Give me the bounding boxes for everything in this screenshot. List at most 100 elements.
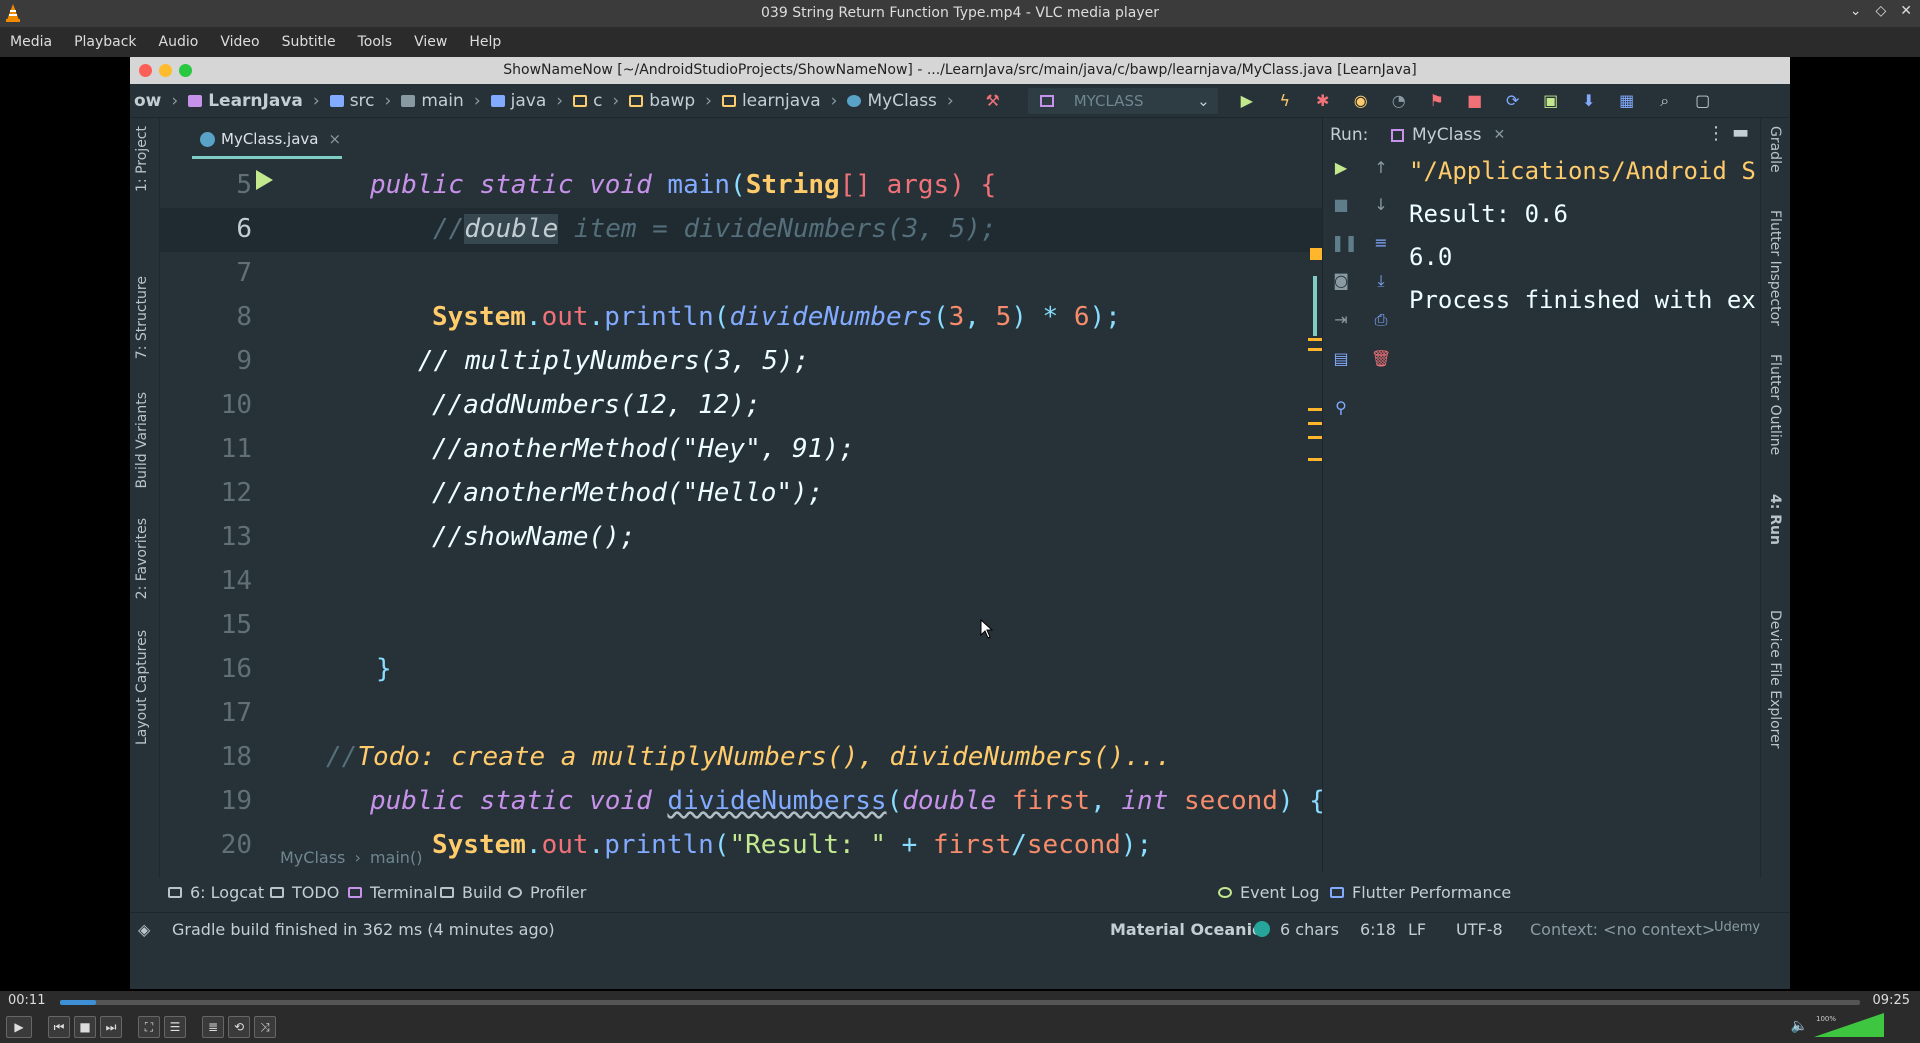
tab-flutter-outline[interactable]: Flutter Outline: [1767, 354, 1783, 455]
tab-favorites[interactable]: 2: Favorites: [134, 518, 150, 599]
arrow-down-icon[interactable]: ↓: [1371, 195, 1391, 215]
stop-icon[interactable]: ■: [74, 1016, 96, 1038]
close-tab-icon[interactable]: ×: [328, 130, 341, 148]
code-token: /: [1011, 830, 1027, 860]
run-gutter-icon[interactable]: [256, 170, 273, 190]
tab-terminal[interactable]: Terminal: [348, 883, 438, 902]
tab-event-log[interactable]: Event Log: [1218, 883, 1320, 902]
pause-icon[interactable]: ❚❚: [1331, 233, 1358, 253]
sdk-manager-icon[interactable]: ⬇: [1580, 91, 1598, 110]
crumb-myclass[interactable]: MyClass: [847, 91, 937, 111]
run-config-dropdown[interactable]: MYCLASS ⌄: [1027, 87, 1218, 114]
shuffle-icon[interactable]: ⤨: [254, 1016, 276, 1038]
hide-panel-icon[interactable]: ▬: [1732, 122, 1749, 143]
stop-icon[interactable]: ■: [1331, 195, 1351, 215]
crumb-main[interactable]: main: [401, 91, 464, 111]
line-separator[interactable]: LF: [1408, 920, 1426, 939]
scroll-thumb[interactable]: [1313, 276, 1317, 336]
run-tab-myclass[interactable]: MyClass ✕: [1391, 125, 1505, 145]
menu-media[interactable]: Media: [10, 34, 52, 50]
close-tab-icon[interactable]: ✕: [1493, 127, 1505, 143]
tab-profiler[interactable]: Profiler: [508, 883, 586, 902]
close-icon[interactable]: ✕: [1900, 3, 1912, 19]
trash-icon[interactable]: 🗑: [1371, 349, 1391, 369]
tab-device-file-explorer[interactable]: Device File Explorer: [1767, 610, 1783, 749]
debug-icon[interactable]: ✱: [1314, 91, 1332, 110]
crumb-bawp[interactable]: bawp: [629, 91, 695, 111]
menu-video[interactable]: Video: [220, 34, 259, 50]
file-encoding[interactable]: UTF-8: [1456, 920, 1503, 939]
tab-project[interactable]: 1: Project: [134, 126, 150, 192]
menu-view[interactable]: View: [414, 34, 447, 50]
profile-icon[interactable]: ◔: [1390, 91, 1408, 110]
scroll-to-end-icon[interactable]: ⤓: [1371, 271, 1391, 291]
tab-run[interactable]: 4: Run: [1767, 494, 1783, 545]
avd-manager-icon[interactable]: ▣: [1542, 91, 1560, 110]
tab-structure[interactable]: 7: Structure: [134, 276, 150, 359]
camera-icon[interactable]: ◙: [1331, 271, 1351, 291]
stop-icon[interactable]: ■: [1466, 91, 1484, 110]
print-icon[interactable]: ⎙: [1371, 310, 1391, 330]
layers-icon[interactable]: ◈: [138, 920, 150, 939]
tab-build-variants[interactable]: Build Variants: [134, 392, 150, 489]
soft-wrap-icon[interactable]: ≡: [1371, 233, 1391, 253]
more-options-icon[interactable]: ⋮: [1707, 123, 1725, 144]
coverage-icon[interactable]: ◉: [1352, 91, 1370, 110]
breadcrumb-method[interactable]: main(): [370, 848, 422, 867]
run-icon[interactable]: ▶: [1238, 91, 1256, 110]
next-icon[interactable]: ⏭: [100, 1016, 122, 1038]
tab-logcat[interactable]: 6: Logcat: [168, 883, 264, 902]
menu-audio[interactable]: Audio: [159, 34, 199, 50]
layout-icon[interactable]: ▤: [1331, 349, 1351, 369]
account-icon[interactable]: ▢: [1694, 91, 1712, 110]
tab-todo[interactable]: TODO: [270, 883, 339, 902]
layout-icon[interactable]: ▦: [1618, 91, 1636, 110]
sync-gradle-icon[interactable]: ⟳: [1504, 91, 1522, 110]
exit-icon[interactable]: ⇥: [1331, 310, 1351, 330]
tab-build[interactable]: Build: [440, 883, 502, 902]
console-output[interactable]: "/Applications/Android S Result: 0.6 6.0 Pr…: [1409, 150, 1756, 322]
crumb-module[interactable]: LearnJava: [188, 91, 303, 111]
volume-icon[interactable]: 🔈: [1791, 1018, 1808, 1034]
rerun-icon[interactable]: ▶: [1331, 158, 1351, 178]
theme-indicator[interactable]: Material Oceanic: [1110, 920, 1262, 939]
playlist-icon[interactable]: ≣: [202, 1016, 224, 1038]
menu-tools[interactable]: Tools: [358, 34, 393, 50]
menu-playback[interactable]: Playback: [74, 34, 136, 50]
tab-flutter-inspector[interactable]: Flutter Inspector: [1767, 210, 1783, 326]
editor-tab-myclass[interactable]: MyClass.java ×: [200, 130, 341, 148]
crumb-java[interactable]: java: [490, 91, 546, 111]
tab-flutter-performance[interactable]: Flutter Performance: [1330, 883, 1511, 902]
menu-help[interactable]: Help: [469, 34, 501, 50]
menu-subtitle[interactable]: Subtitle: [282, 34, 336, 50]
crumb-learnjava[interactable]: learnjava: [721, 91, 821, 111]
crumb-c[interactable]: c: [573, 91, 602, 111]
crumb-src[interactable]: src: [329, 91, 375, 111]
context-indicator[interactable]: Context: <no context>: [1530, 920, 1715, 939]
crumb-project[interactable]: ow: [134, 91, 161, 111]
loop-icon[interactable]: ⟲: [228, 1016, 250, 1038]
search-icon[interactable]: ⌕: [1656, 91, 1674, 110]
fullscreen-icon[interactable]: ⛶: [138, 1016, 160, 1038]
arrow-up-icon[interactable]: ↑: [1371, 158, 1391, 178]
code-token: (: [713, 302, 730, 332]
extended-settings-icon[interactable]: ☰: [164, 1016, 186, 1038]
previous-icon[interactable]: ⏮: [48, 1016, 70, 1038]
tab-layout-captures[interactable]: Layout Captures: [134, 630, 150, 745]
caret-position[interactable]: 6:18: [1360, 920, 1396, 939]
warning-marker[interactable]: [1310, 248, 1322, 260]
tab-gradle[interactable]: Gradle: [1767, 126, 1783, 173]
attach-debugger-icon[interactable]: ⚑: [1428, 91, 1446, 110]
seek-bar[interactable]: [60, 1000, 1860, 1005]
breadcrumb-class[interactable]: MyClass: [280, 848, 345, 867]
status-message[interactable]: Gradle build finished in 362 ms (4 minut…: [172, 920, 555, 939]
code-editor[interactable]: MyClass.java × 5 public static void main(S…: [160, 118, 1326, 873]
play-icon[interactable]: ▶: [6, 1016, 32, 1038]
volume-slider[interactable]: 100%: [1814, 1013, 1884, 1037]
maximize-icon[interactable]: ◇: [1875, 3, 1886, 19]
video-area[interactable]: ShowNameNow [~/AndroidStudioProjects/Sho…: [0, 57, 1920, 991]
apply-changes-icon[interactable]: ϟ: [1276, 91, 1294, 110]
minimize-icon[interactable]: ⌄: [1850, 3, 1862, 19]
hammer-build-icon[interactable]: ⚒: [984, 91, 1002, 110]
pin-icon[interactable]: ⚲: [1331, 398, 1351, 418]
